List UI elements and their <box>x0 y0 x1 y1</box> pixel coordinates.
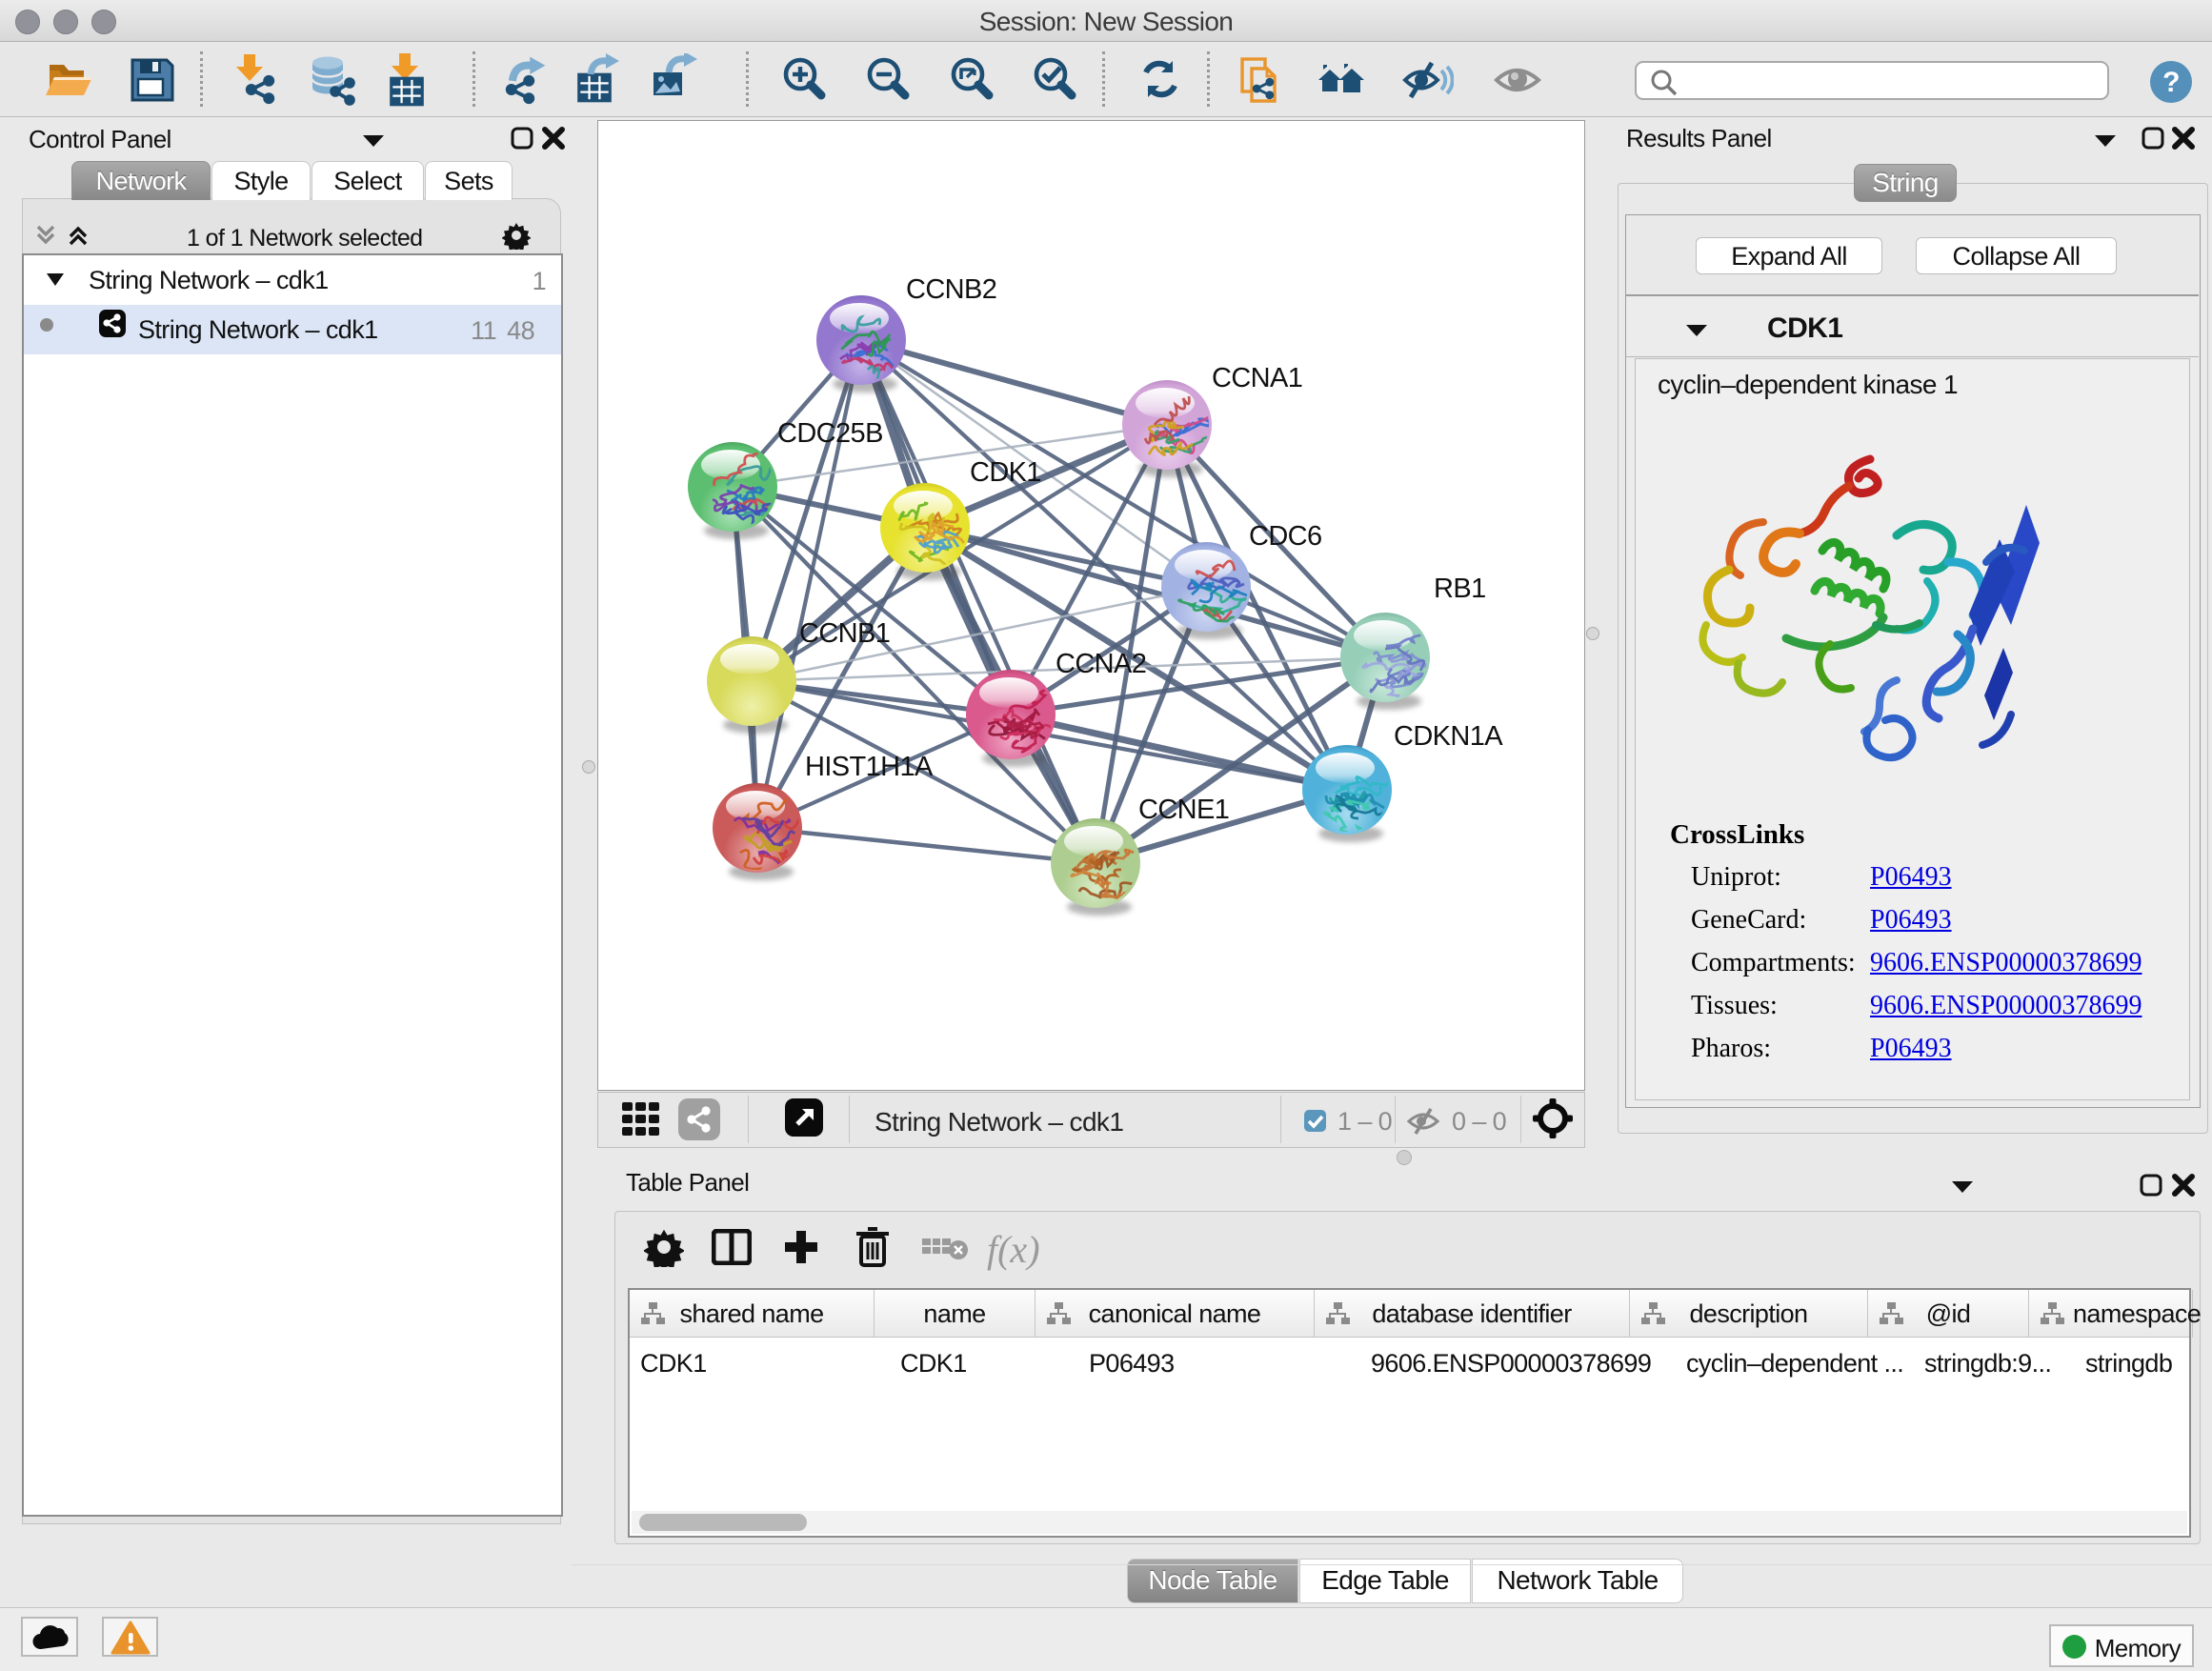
svg-text:CDK1: CDK1 <box>970 457 1041 488</box>
svg-text:CCNA2: CCNA2 <box>1056 649 1146 679</box>
svg-text:CCNE1: CCNE1 <box>1138 795 1229 825</box>
svg-text:CDKN1A: CDKN1A <box>1394 721 1503 752</box>
svg-text:CCNB2: CCNB2 <box>906 274 996 305</box>
svg-text:CCNB1: CCNB1 <box>799 618 890 649</box>
svg-text:RB1: RB1 <box>1434 574 1486 604</box>
svg-text:CDC25B: CDC25B <box>777 418 883 449</box>
svg-text:HIST1H1A: HIST1H1A <box>805 752 934 782</box>
svg-text:?: ? <box>2162 67 2180 98</box>
svg-text:CCNA1: CCNA1 <box>1212 363 1302 393</box>
svg-text:CDC6: CDC6 <box>1249 521 1322 552</box>
